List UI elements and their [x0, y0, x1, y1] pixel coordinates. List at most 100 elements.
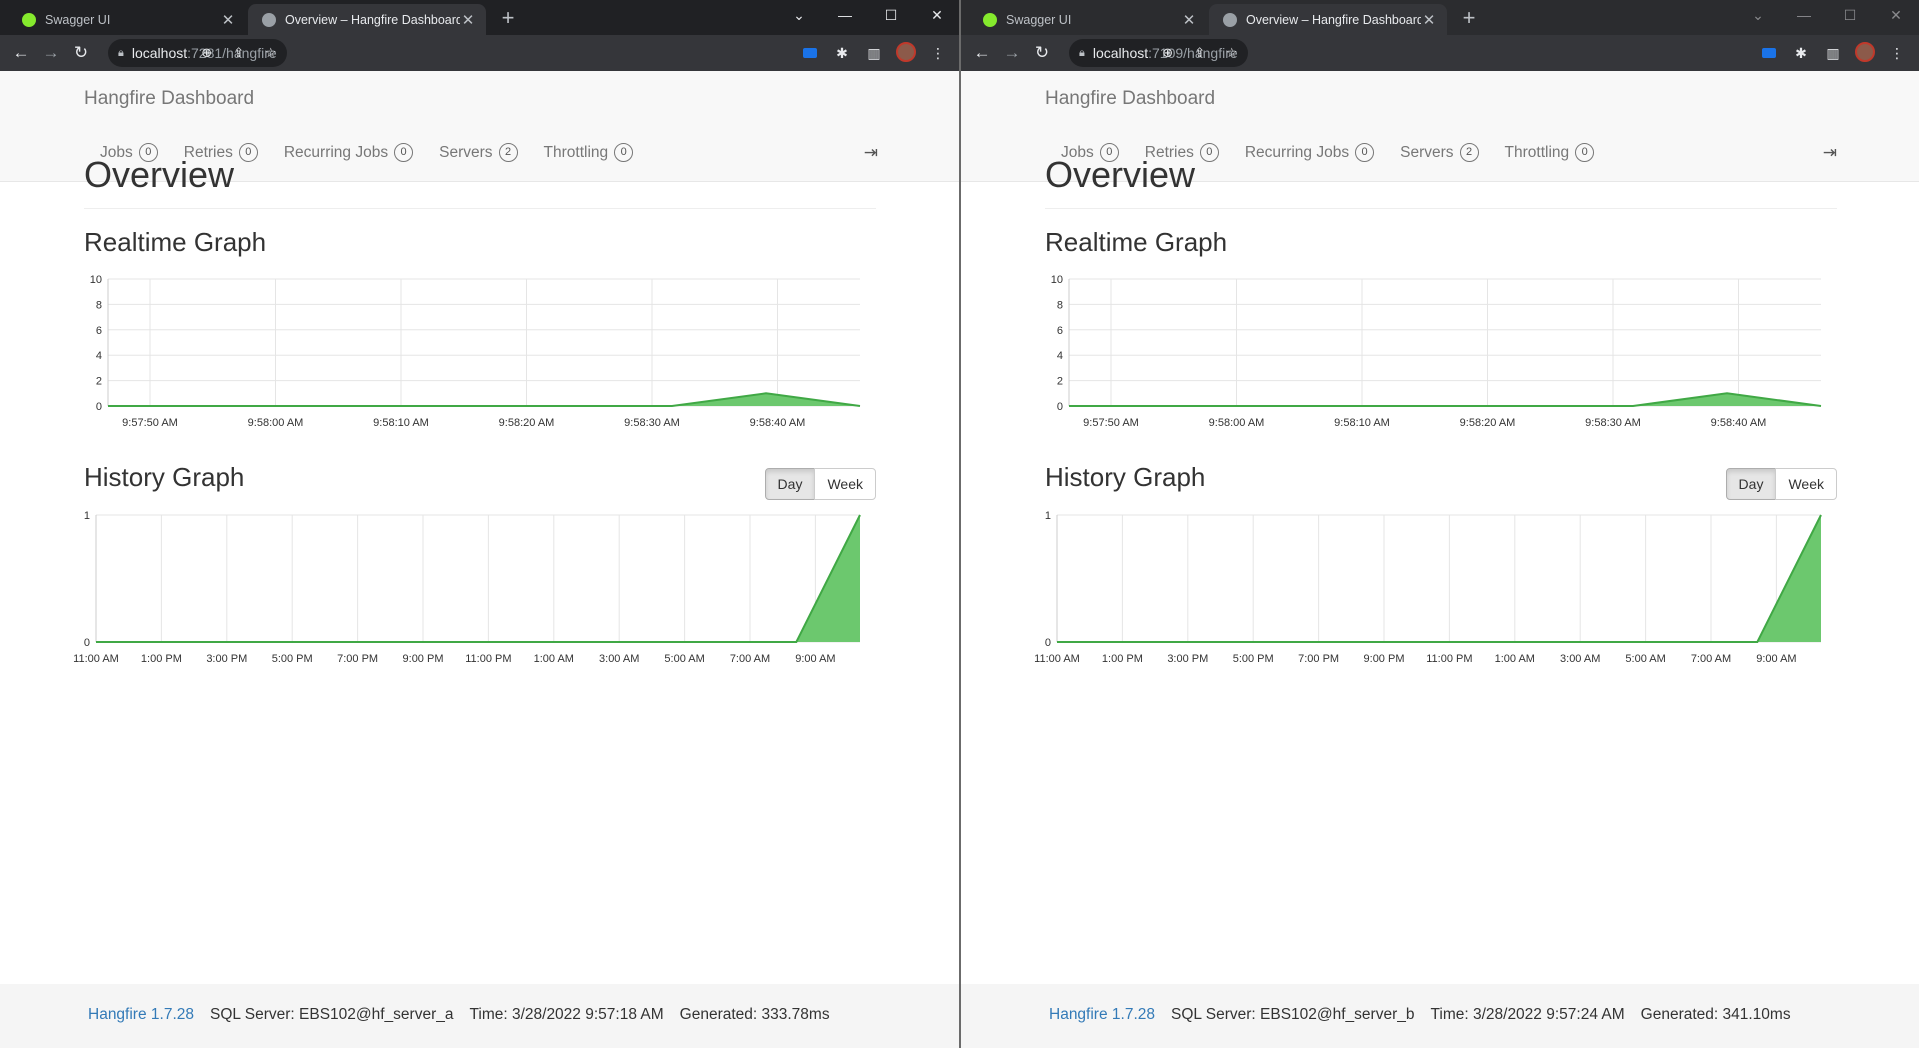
x-tick-label: 7:00 AM — [1691, 653, 1731, 665]
browser-window-left: Swagger UI ✕ Overview – Hangfire Dashboa… — [0, 0, 960, 1048]
x-tick-label: 1:00 PM — [1102, 653, 1143, 665]
bookmark-star-icon[interactable]: ☆ — [1216, 45, 1248, 61]
back-icon[interactable]: ← — [6, 38, 36, 68]
puzzle-icon[interactable]: ✱ — [826, 45, 858, 62]
nav-servers[interactable]: Servers 2 — [439, 143, 518, 162]
x-tick-label: 5:00 PM — [1233, 653, 1274, 665]
day-button[interactable]: Day — [1725, 468, 1777, 500]
generated-time: Generated: 341.10ms — [1640, 1006, 1791, 1023]
browser-window-right: Swagger UI ✕ Overview – Hangfire Dashboa… — [961, 0, 1919, 1048]
count-badge: 0 — [614, 143, 634, 162]
x-tick-label: 9:58:20 AM — [1460, 417, 1516, 429]
x-tick-label: 3:00 PM — [1167, 653, 1208, 665]
brand[interactable]: Hangfire Dashboard — [84, 88, 254, 110]
maximize-button[interactable]: ☐ — [1827, 0, 1873, 30]
count-badge: 0 — [1355, 143, 1375, 162]
x-tick-label: 9:58:00 AM — [248, 417, 304, 429]
close-tab-icon[interactable]: ✕ — [460, 11, 476, 29]
x-tick-label: 1:00 AM — [534, 653, 574, 665]
minimize-button[interactable]: — — [822, 0, 868, 30]
new-tab-button[interactable]: + — [1455, 5, 1483, 31]
week-button[interactable]: Week — [814, 468, 876, 500]
nav-servers[interactable]: Servers 2 — [1400, 143, 1479, 162]
series-area — [96, 515, 860, 642]
puzzle-icon[interactable]: ✱ — [1785, 45, 1817, 62]
maximize-button[interactable]: ☐ — [868, 0, 914, 30]
tab-swagger[interactable]: Swagger UI ✕ — [8, 4, 246, 35]
history-graph: 0 1 11:00 AM 1:00 PM 3:00 PM 5:00 PM 7:00 PM 9:… — [1034, 510, 1822, 665]
version-link[interactable]: Hangfire 1.7.28 — [1049, 1006, 1155, 1024]
count-badge: 0 — [394, 143, 414, 162]
x-tick-label: 1:00 PM — [141, 653, 182, 665]
tab-swagger[interactable]: Swagger UI ✕ — [969, 4, 1207, 35]
tab-title: Swagger UI — [45, 12, 111, 27]
side-panel-icon[interactable]: ▥ — [858, 45, 890, 62]
forward-icon[interactable]: → — [36, 38, 66, 68]
address-bar[interactable]: 🔒︎ localhost:7109/hangfire ⊕ ⇪ ☆ — [1069, 39, 1248, 67]
nav-throttling[interactable]: Throttling 0 — [544, 143, 634, 162]
extension-icon[interactable] — [794, 45, 826, 61]
forward-icon[interactable]: → — [997, 38, 1027, 68]
y-tick-label: 0 — [96, 401, 102, 413]
reload-icon[interactable]: ↻ — [1027, 38, 1057, 68]
zoom-icon[interactable]: ⊕ — [1152, 45, 1184, 61]
minimize-button[interactable]: — — [1781, 0, 1827, 30]
tab-strip: Swagger UI ✕ Overview – Hangfire Dashboa… — [0, 0, 960, 35]
nav-recurring-jobs[interactable]: Recurring Jobs 0 — [1245, 143, 1375, 162]
side-panel-icon[interactable]: ▥ — [1817, 45, 1849, 62]
address-bar[interactable]: 🔒︎ localhost:7281/hangfire ⊕ ⇪ ☆ — [108, 39, 287, 67]
globe-icon — [1223, 12, 1237, 27]
x-tick-label: 9:58:30 AM — [1585, 417, 1641, 429]
nav-label: Retries — [1144, 143, 1194, 161]
new-tab-button[interactable]: + — [494, 5, 522, 31]
close-window-button[interactable]: ✕ — [1873, 0, 1919, 30]
tab-search-icon[interactable]: ⌄ — [1735, 0, 1781, 30]
extension-icon[interactable] — [1753, 45, 1785, 61]
menu-kebab-icon[interactable]: ⋮ — [1881, 45, 1913, 62]
zoom-icon[interactable]: ⊕ — [191, 45, 223, 61]
nav-throttling[interactable]: Throttling 0 — [1505, 143, 1595, 162]
history-graph-title: History Graph — [1045, 462, 1206, 492]
y-tick-label: 10 — [1051, 274, 1063, 286]
reload-icon[interactable]: ↻ — [66, 38, 96, 68]
brand[interactable]: Hangfire Dashboard — [1045, 88, 1215, 110]
count-badge: 0 — [238, 143, 258, 162]
share-icon[interactable]: ⇪ — [1184, 45, 1216, 61]
logout-icon[interactable]: ⇥ — [864, 143, 878, 163]
back-icon[interactable]: ← — [967, 38, 997, 68]
close-tab-icon[interactable]: ✕ — [220, 11, 236, 29]
url-host: localhost — [131, 45, 188, 61]
share-icon[interactable]: ⇪ — [223, 45, 255, 61]
window-controls: ⌄ — ☐ ✕ — [776, 0, 960, 30]
tab-search-icon[interactable]: ⌄ — [776, 0, 822, 30]
y-tick-label: 10 — [90, 274, 102, 286]
x-tick-label: 9:58:10 AM — [373, 417, 429, 429]
close-tab-icon[interactable]: ✕ — [1421, 11, 1437, 29]
bookmark-star-icon[interactable]: ☆ — [255, 45, 287, 61]
lock-icon: 🔒︎ — [118, 46, 124, 59]
menu-kebab-icon[interactable]: ⋮ — [922, 45, 954, 62]
profile-avatar[interactable] — [890, 41, 922, 65]
storage-info: SQL Server: EBS102@hf_server_a — [210, 1006, 454, 1023]
realtime-graph: 0 2 4 6 8 10 9:57:50 AM 9:58:00 AM 9:58:10 AM 9:5… — [90, 274, 861, 429]
logout-icon[interactable]: ⇥ — [1823, 143, 1837, 163]
nav-label: Servers — [439, 143, 493, 161]
profile-avatar[interactable] — [1849, 41, 1881, 65]
close-window-button[interactable]: ✕ — [914, 0, 960, 30]
nav-label: Retries — [183, 143, 233, 161]
week-button[interactable]: Week — [1775, 468, 1837, 500]
swagger-favicon-icon — [22, 12, 36, 27]
tab-title: Swagger UI — [1006, 12, 1072, 27]
version-link[interactable]: Hangfire 1.7.28 — [88, 1006, 194, 1024]
y-tick-label: 6 — [1057, 325, 1063, 337]
close-tab-icon[interactable]: ✕ — [1181, 11, 1197, 29]
tab-hangfire[interactable]: Overview – Hangfire Dashboard ✕ — [1209, 4, 1447, 35]
x-tick-label: 9:58:40 AM — [1711, 417, 1767, 429]
x-tick-label: 9:57:50 AM — [122, 417, 178, 429]
nav-recurring-jobs[interactable]: Recurring Jobs 0 — [284, 143, 414, 162]
nav-label: Throttling — [1504, 143, 1570, 161]
x-tick-label: 7:00 PM — [1298, 653, 1339, 665]
realtime-graph: 0 2 4 6 8 10 9:57:50 AM 9:58:00 AM 9:58:10 AM 9:5… — [1051, 274, 1822, 429]
tab-hangfire[interactable]: Overview – Hangfire Dashboard ✕ — [248, 4, 486, 35]
day-button[interactable]: Day — [764, 468, 816, 500]
